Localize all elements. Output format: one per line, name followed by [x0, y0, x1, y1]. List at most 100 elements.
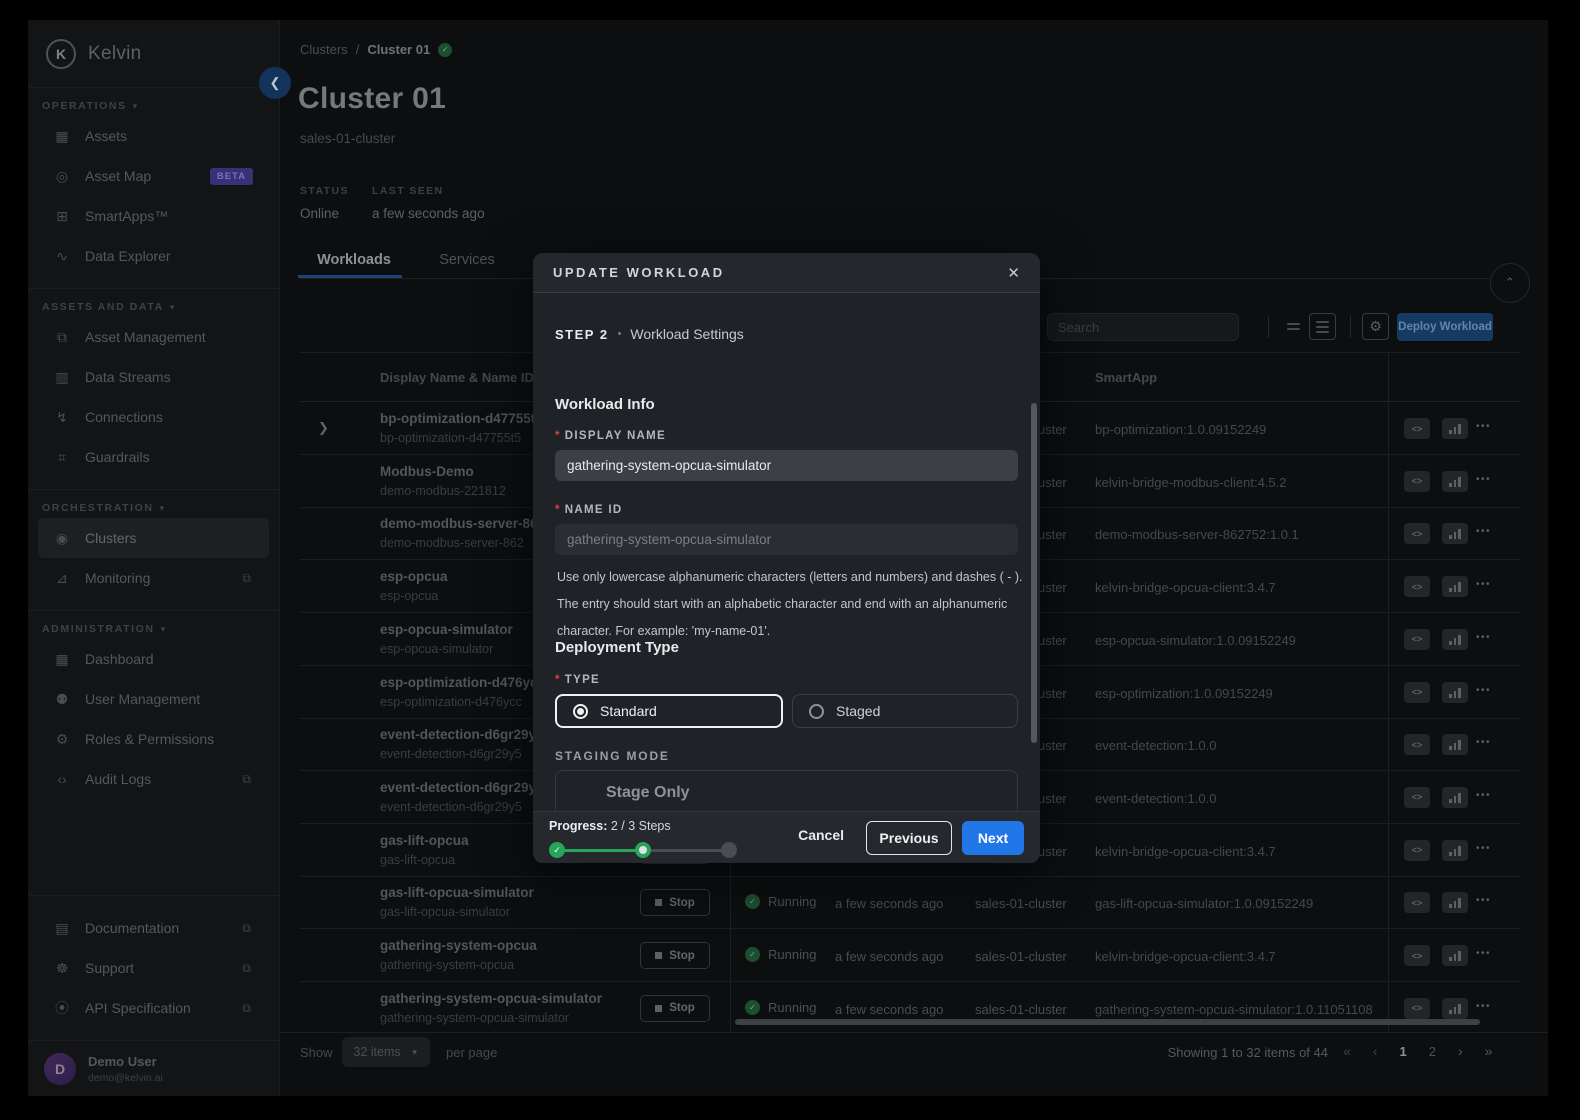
column-header-name[interactable]: Display Name & Name ID↓↑ — [380, 370, 548, 385]
user-menu[interactable]: D Demo User demo@kelvin.ai — [28, 1040, 279, 1096]
search-input[interactable] — [1047, 313, 1239, 341]
sidebar-item-guardrails[interactable]: ⌗ Guardrails — [28, 437, 279, 477]
stop-button[interactable]: Stop — [640, 889, 710, 917]
chart-icon[interactable] — [1442, 681, 1468, 703]
display-name-input[interactable] — [555, 450, 1018, 481]
more-actions-icon[interactable]: ••• — [1476, 790, 1491, 801]
page-button-2[interactable]: 2 — [1429, 1044, 1436, 1059]
chart-icon[interactable] — [1442, 470, 1468, 492]
sidebar-item-data-explorer[interactable]: ∿ Data Explorer — [28, 236, 279, 276]
page-subtitle: sales-01-cluster — [300, 131, 396, 146]
next-button[interactable]: Next — [962, 821, 1024, 855]
deploy-workload-button[interactable]: Deploy Workload — [1397, 313, 1493, 341]
sidebar-item-clusters[interactable]: ◉ Clusters — [38, 518, 269, 558]
type-option-standard[interactable]: Standard — [555, 694, 783, 728]
stop-button[interactable]: Stop — [640, 994, 710, 1022]
view-compact-toggle[interactable] — [1309, 313, 1336, 340]
code-icon[interactable]: <> — [1404, 997, 1430, 1019]
sidebar-item-data-streams[interactable]: ▥ Data Streams — [28, 357, 279, 397]
view-comfortable-toggle[interactable] — [1280, 313, 1307, 340]
more-actions-icon[interactable]: ••• — [1476, 948, 1491, 959]
more-actions-icon[interactable]: ••• — [1476, 632, 1491, 643]
first-page-button[interactable]: « — [1343, 1043, 1351, 1059]
sidebar-item-connections[interactable]: ↯ Connections — [28, 397, 279, 437]
more-actions-icon[interactable]: ••• — [1476, 421, 1491, 432]
tab-services[interactable]: Services — [423, 252, 511, 278]
sidebar-item-user-management[interactable]: ⚉ User Management — [28, 679, 279, 719]
chart-icon[interactable] — [1442, 628, 1468, 650]
sidebar-item-audit-logs[interactable]: ‹› Audit Logs ⧉ — [28, 759, 279, 799]
code-icon[interactable]: <> — [1404, 734, 1430, 756]
sidebar-item-assets[interactable]: ▦ Assets — [28, 116, 279, 156]
chart-icon[interactable] — [1442, 576, 1468, 598]
items-per-page-select[interactable]: 32 items ▼ — [342, 1037, 430, 1067]
chart-icon[interactable] — [1442, 418, 1468, 439]
brand-logo: K Kelvin˙ — [28, 20, 279, 88]
more-actions-icon[interactable]: ••• — [1476, 843, 1491, 854]
table-settings-gear-icon[interactable]: ⚙ — [1362, 313, 1389, 340]
sidebar-item-monitoring[interactable]: ⊿ Monitoring ⧉ — [28, 558, 279, 598]
more-actions-icon[interactable]: ••• — [1476, 737, 1491, 748]
code-icon[interactable]: <> — [1404, 628, 1430, 650]
sidebar-item-asset-management[interactable]: ⧉ Asset Management — [28, 317, 279, 357]
last-page-button[interactable]: » — [1485, 1043, 1493, 1059]
code-icon[interactable]: <> — [1404, 576, 1430, 598]
chart-icon[interactable] — [1442, 997, 1468, 1019]
horizontal-scrollbar[interactable] — [735, 1019, 1480, 1025]
table-row[interactable]: gathering-system-opcua gathering-system-o… — [300, 929, 1520, 982]
sidebar-item-smartapps[interactable]: ⊞ SmartApps™ — [28, 196, 279, 236]
per-page-label: per page — [446, 1045, 498, 1060]
cluster-online-check-icon: ✓ — [438, 42, 453, 57]
code-icon[interactable]: <> — [1404, 523, 1430, 545]
sidebar-section-label[interactable]: OPERATIONS ▾ — [28, 96, 279, 116]
type-option-staged[interactable]: Staged — [792, 694, 1018, 728]
modal-scrollbar[interactable] — [1031, 403, 1037, 743]
previous-page-button[interactable]: ‹ — [1373, 1043, 1378, 1059]
sidebar-item-dashboard[interactable]: ▦ Dashboard — [28, 639, 279, 679]
sidebar-item-documentation[interactable]: ▤ Documentation ⧉ — [28, 908, 279, 948]
close-icon[interactable]: ✕ — [1007, 264, 1020, 282]
chart-icon[interactable] — [1442, 734, 1468, 756]
table-row[interactable]: gas-lift-opcua-simulator gas-lift-opcua-s… — [300, 876, 1520, 930]
code-icon[interactable]: <> — [1404, 839, 1430, 861]
more-actions-icon[interactable]: ••• — [1476, 895, 1491, 906]
more-actions-icon[interactable]: ••• — [1476, 526, 1491, 537]
sidebar-collapse-button[interactable]: ❮ — [259, 67, 291, 99]
cancel-button[interactable]: Cancel — [798, 827, 844, 843]
page-button-1[interactable]: 1 — [1399, 1044, 1406, 1059]
code-icon[interactable]: <> — [1404, 945, 1430, 966]
previous-button[interactable]: Previous — [866, 821, 952, 855]
code-icon[interactable]: <> — [1404, 786, 1430, 808]
chart-icon[interactable] — [1442, 945, 1468, 966]
breadcrumb-clusters[interactable]: Clusters — [300, 42, 348, 57]
code-icon[interactable]: <> — [1404, 892, 1430, 914]
chart-icon[interactable] — [1442, 839, 1468, 861]
sidebar-section-label[interactable]: ORCHESTRATION ▾ — [28, 498, 279, 518]
stop-button[interactable]: Stop — [640, 942, 710, 969]
stage-only-option[interactable]: Stage Only The cloud notifies the edge o… — [555, 770, 1018, 811]
chart-icon[interactable] — [1442, 892, 1468, 914]
sidebar-section-label[interactable]: ASSETS AND DATA ▾ — [28, 297, 279, 317]
next-page-button[interactable]: › — [1458, 1043, 1463, 1059]
sidebar-section-label[interactable]: ADMINISTRATION ▾ — [28, 619, 279, 639]
more-actions-icon[interactable]: ••• — [1476, 579, 1491, 590]
sidebar-nav: OPERATIONS ▾ ▦ Assets ◎ Asset Map BETA ⊞ SmartAp… — [28, 88, 279, 811]
sidebar-item-label: Audit Logs — [85, 771, 152, 787]
staging-mode-label: STAGING MODE — [555, 749, 670, 763]
chart-icon[interactable] — [1442, 523, 1468, 545]
chart-icon[interactable] — [1442, 786, 1468, 808]
sidebar-item-support[interactable]: ☸ Support ⧉ — [28, 948, 279, 988]
sidebar-item-roles-permissions[interactable]: ⚙ Roles & Permissions — [28, 719, 279, 759]
more-actions-icon[interactable]: ••• — [1476, 685, 1491, 696]
more-actions-icon[interactable]: ••• — [1476, 474, 1491, 485]
code-icon[interactable]: <> — [1404, 681, 1430, 703]
sidebar-item-api-specification[interactable]: ⦿ API Specification ⧉ — [28, 988, 279, 1028]
sidebar-item-asset-map[interactable]: ◎ Asset Map BETA — [28, 156, 279, 196]
row-expander-icon[interactable]: ❯ — [318, 420, 329, 436]
section-collapse-button[interactable]: ⌃ — [1490, 263, 1530, 303]
more-actions-icon[interactable]: ••• — [1476, 1001, 1491, 1012]
code-icon[interactable]: <> — [1404, 418, 1430, 439]
row-name-id: gathering-system-opcua — [380, 958, 515, 972]
sidebar-section-administration: ADMINISTRATION ▾ ▦ Dashboard ⚉ User Managemen… — [28, 611, 279, 811]
code-icon[interactable]: <> — [1404, 470, 1430, 492]
